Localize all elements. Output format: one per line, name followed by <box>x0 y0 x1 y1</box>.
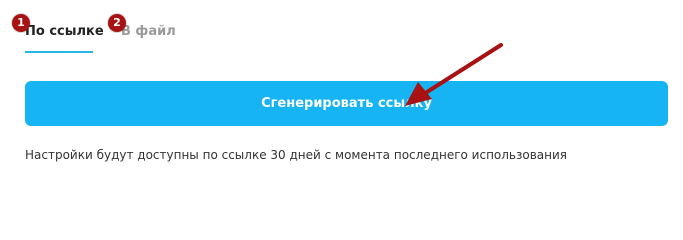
settings-availability-note: Настройки будут доступны по ссылке 30 дн… <box>25 148 568 162</box>
annotation-badge-1: 1 <box>12 14 30 32</box>
tab-by-link[interactable]: По ссылке <box>25 24 104 39</box>
generate-link-button[interactable]: Сгенерировать ссылку <box>25 81 668 126</box>
tab-by-link-label: По ссылке <box>25 24 104 39</box>
tab-to-file[interactable]: В файл <box>121 24 176 39</box>
annotation-badge-2: 2 <box>108 14 126 32</box>
share-panel: По ссылке В файл 1 2 Сгенерировать ссылк… <box>0 0 683 207</box>
tab-to-file-label: В файл <box>121 24 176 39</box>
active-tab-indicator <box>25 51 93 53</box>
